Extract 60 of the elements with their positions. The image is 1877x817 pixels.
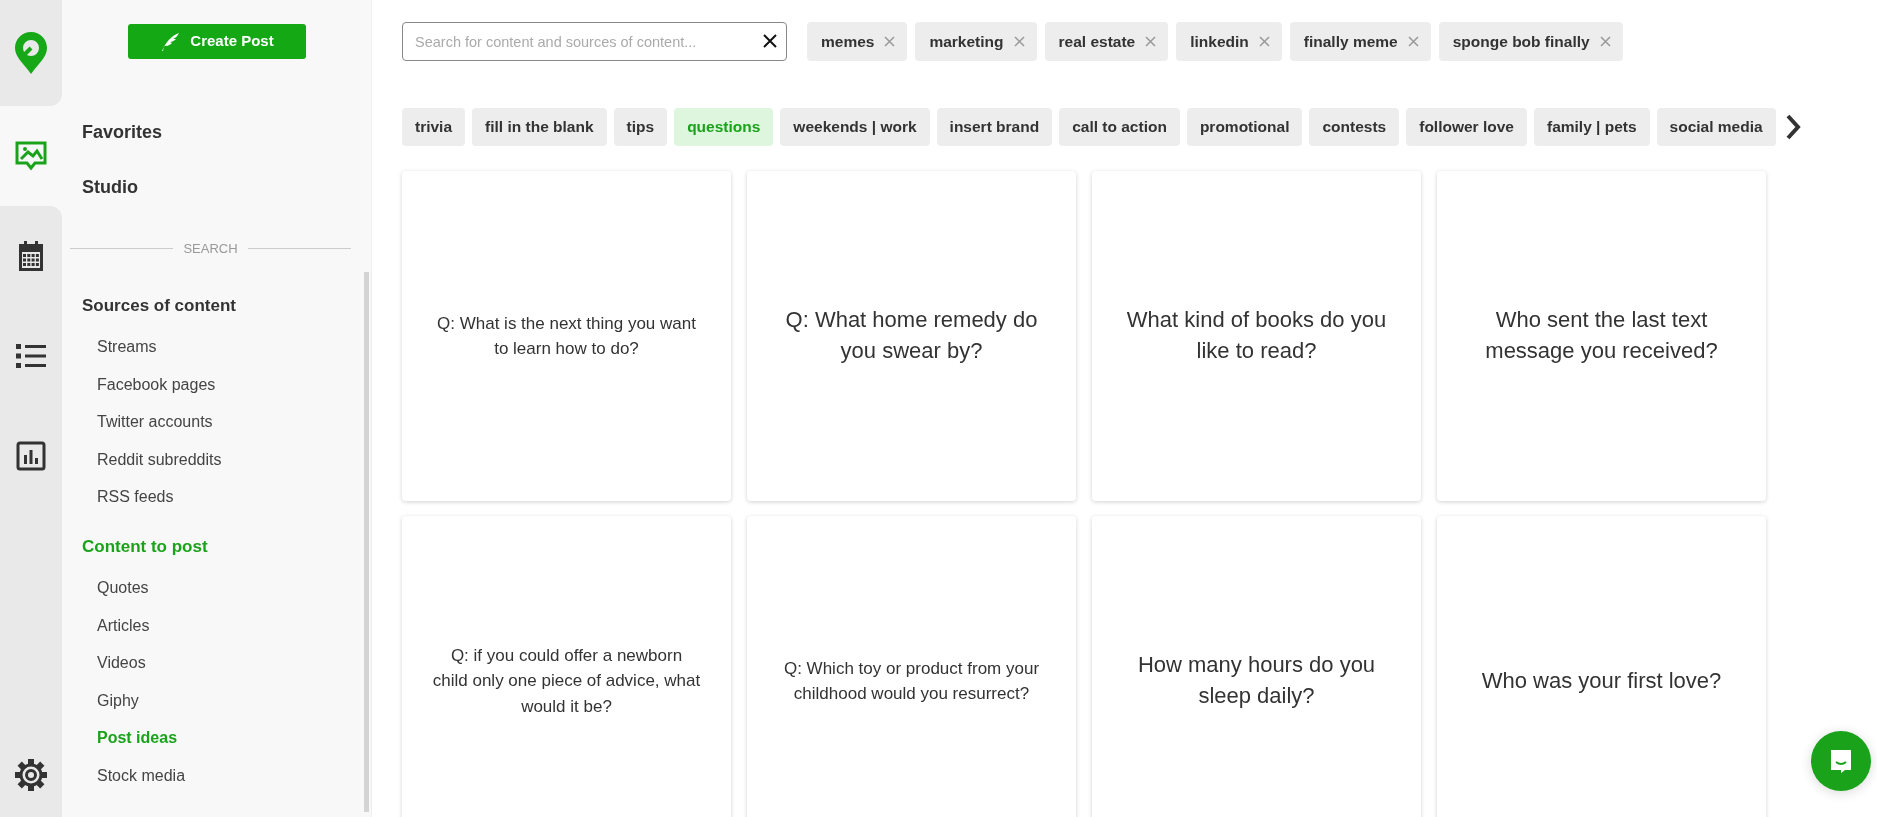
question-text: Q: What is the next thing you want to learn how to do?: [436, 312, 697, 360]
feather-icon: [160, 31, 181, 52]
category-tab[interactable]: family | pets: [1533, 108, 1650, 146]
question-text: Q: if you could offer a newborn child only one piece of advice, what would it be?: [432, 644, 701, 718]
section-heading[interactable]: Sources of content: [82, 292, 371, 318]
post-idea-card[interactable]: Q: if you could offer a newborn child only one piece of advice, what would it be?: [402, 516, 731, 817]
category-tab[interactable]: weekends | work: [780, 108, 930, 146]
tag-chip[interactable]: finally meme: [1289, 22, 1431, 61]
category-tab[interactable]: fill in the blank: [472, 108, 607, 146]
post-idea-card[interactable]: Who was your first love?: [1437, 516, 1766, 817]
calendar-icon: [17, 240, 45, 272]
sidebar-item[interactable]: Quotes: [97, 569, 149, 607]
post-idea-card[interactable]: What kind of books do you like to read?: [1092, 171, 1421, 501]
question-text: How many hours do you sleep daily?: [1136, 651, 1377, 710]
chat-icon: [1828, 748, 1854, 774]
category-tab[interactable]: trivia: [402, 108, 466, 146]
image-icon: [15, 140, 47, 172]
question-text: Who was your first love?: [1481, 666, 1722, 695]
sidebar-item[interactable]: RSS feeds: [97, 478, 174, 516]
sidebar-item[interactable]: Facebook pages: [97, 365, 216, 403]
tag-chip[interactable]: sponge bob finally: [1438, 22, 1623, 61]
sidebar-item[interactable]: Twitter accounts: [97, 403, 213, 441]
tag-chip[interactable]: linkedin: [1176, 22, 1282, 61]
tag-chip[interactable]: marketing: [915, 22, 1037, 61]
category-tab[interactable]: contests: [1309, 108, 1400, 146]
section-divider-label: SEARCH: [183, 240, 238, 258]
close-icon[interactable]: [762, 33, 778, 49]
tag-chip[interactable]: real estate: [1044, 22, 1169, 61]
sidebar-item[interactable]: Reddit subreddits: [97, 440, 222, 478]
chart-icon: [16, 441, 46, 471]
post-idea-card[interactable]: Q: What is the next thing you want to learn how to do?: [402, 171, 731, 501]
question-text: Q: What home remedy do you swear by?: [784, 306, 1039, 365]
sidebar-item[interactable]: Giphy: [97, 681, 139, 719]
category-tab[interactable]: social media: [1656, 108, 1776, 146]
logo-icon[interactable]: [14, 31, 48, 75]
question-text: What kind of books do you like to read?: [1125, 306, 1388, 365]
chevron-right-icon[interactable]: [1784, 113, 1801, 141]
sidebar-item[interactable]: Streams: [97, 328, 157, 366]
sidebar-item[interactable]: Videos: [97, 644, 146, 682]
scrollbar-thumb[interactable]: [364, 272, 369, 812]
post-idea-card[interactable]: Who sent the last text message you received?: [1437, 171, 1766, 501]
category-tab[interactable]: call to action: [1059, 108, 1180, 146]
category-tab[interactable]: insert brand: [936, 108, 1053, 146]
nav-link[interactable]: Favorites: [82, 119, 163, 146]
question-text: Q: Which toy or product from your childhood would you resurrect?: [782, 657, 1041, 705]
chat-button[interactable]: [1811, 731, 1871, 791]
post-idea-card[interactable]: Q: What home remedy do you swear by?: [747, 171, 1076, 501]
category-tab[interactable]: promotional: [1186, 108, 1303, 146]
list-icon: [16, 343, 46, 369]
search-field[interactable]: Search for content and sources of content...: [402, 22, 787, 61]
post-idea-card[interactable]: Q: Which toy or product from your childhood would you resurrect?: [747, 516, 1076, 817]
category-tab[interactable]: follower love: [1406, 108, 1527, 146]
sidebar-item[interactable]: Articles: [97, 606, 150, 644]
question-text: Who sent the last text message you received?: [1484, 306, 1719, 365]
post-idea-card[interactable]: How many hours do you sleep daily?: [1092, 516, 1421, 817]
nav-link[interactable]: Studio: [82, 174, 138, 201]
settings-icon: [15, 759, 47, 791]
category-tab[interactable]: tips: [613, 108, 668, 146]
sidebar-item[interactable]: Stock media: [97, 756, 186, 794]
tag-chip[interactable]: memes: [807, 22, 908, 61]
